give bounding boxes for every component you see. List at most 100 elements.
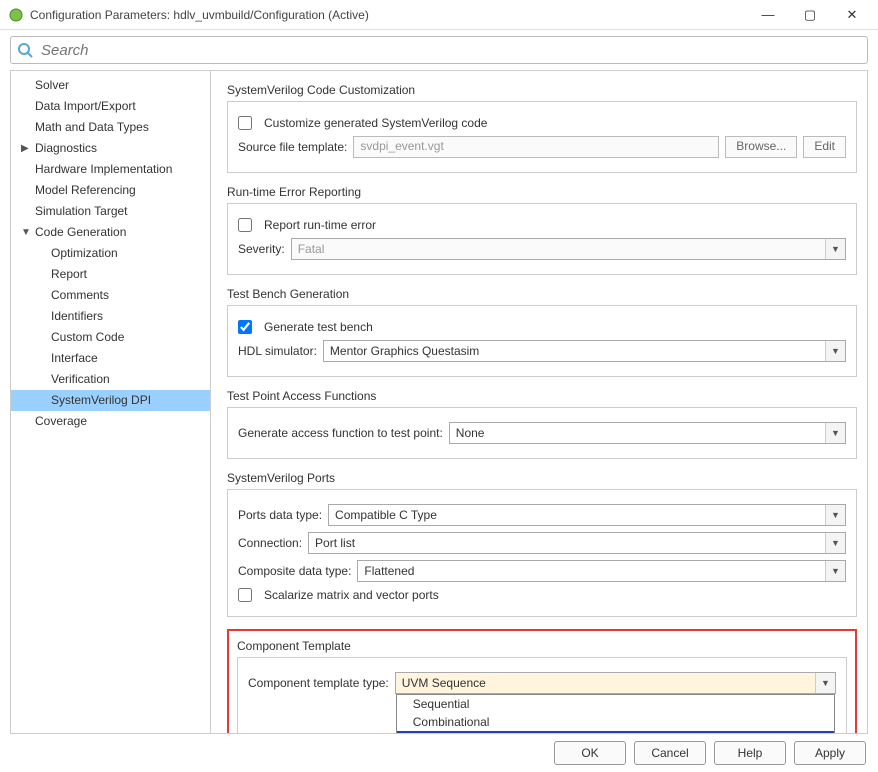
minimize-button[interactable]: — — [756, 7, 780, 23]
chevron-down-icon[interactable]: ▼ — [825, 505, 845, 525]
sidebar-item-label: Custom Code — [51, 330, 124, 344]
sidebar-item-math-and-data-types[interactable]: Math and Data Types — [11, 117, 210, 138]
panel-svcc: Customize generated SystemVerilog code S… — [227, 101, 857, 173]
sidebar-item-solver[interactable]: Solver — [11, 75, 210, 96]
section-testpoint-title: Test Point Access Functions — [227, 389, 857, 403]
chevron-down-icon[interactable]: ▼ — [825, 423, 845, 443]
sidebar-item-label: Optimization — [51, 246, 118, 260]
chevron-down-icon[interactable]: ▼ — [825, 561, 845, 581]
footer: OK Cancel Help Apply — [0, 734, 878, 772]
composite-label: Composite data type: — [238, 564, 351, 578]
component-type-value: UVM Sequence — [402, 676, 486, 690]
sidebar-item-label: Interface — [51, 351, 98, 365]
scalarize-checkbox[interactable] — [238, 588, 252, 602]
sidebar-item-label: Model Referencing — [35, 183, 136, 197]
edit-button[interactable]: Edit — [803, 136, 846, 158]
search-container — [10, 36, 868, 64]
sidebar-item-comments[interactable]: Comments — [11, 285, 210, 306]
severity-value: Fatal — [298, 242, 325, 256]
sidebar-item-interface[interactable]: Interface — [11, 348, 210, 369]
ports-datatype-value: Compatible C Type — [335, 508, 437, 522]
severity-select: Fatal ▼ — [291, 238, 846, 260]
sidebar-item-optimization[interactable]: Optimization — [11, 243, 210, 264]
window-buttons: — ▢ ✕ — [756, 7, 870, 23]
sidebar-item-custom-code[interactable]: Custom Code — [11, 327, 210, 348]
close-button[interactable]: ✕ — [840, 7, 864, 23]
connection-value: Port list — [315, 536, 355, 550]
sidebar-item-coverage[interactable]: Coverage — [11, 411, 210, 432]
severity-label: Severity: — [238, 242, 285, 256]
sidebar-item-hardware-implementation[interactable]: Hardware Implementation — [11, 159, 210, 180]
component-type-option[interactable]: Combinational — [397, 713, 834, 731]
chevron-down-icon: ▼ — [825, 239, 845, 259]
chevron-down-icon[interactable]: ▼ — [825, 533, 845, 553]
sidebar-item-report[interactable]: Report — [11, 264, 210, 285]
component-type-label: Component template type: — [248, 676, 389, 690]
main-panel: SystemVerilog Code Customization Customi… — [211, 71, 867, 733]
component-type-select[interactable]: UVM Sequence ▼ SequentialCombinationalUV… — [395, 672, 836, 694]
connection-select[interactable]: Port list ▼ — [308, 532, 846, 554]
hdl-simulator-value: Mentor Graphics Questasim — [330, 344, 479, 358]
composite-value: Flattened — [364, 564, 414, 578]
cancel-button[interactable]: Cancel — [634, 741, 706, 765]
sidebar-item-systemverilog-dpi[interactable]: SystemVerilog DPI — [11, 390, 210, 411]
customize-sv-checkbox[interactable] — [238, 116, 252, 130]
maximize-button[interactable]: ▢ — [798, 7, 822, 23]
browse-button[interactable]: Browse... — [725, 136, 797, 158]
section-testbench-title: Test Bench Generation — [227, 287, 857, 301]
app-icon — [8, 7, 24, 23]
sidebar-item-label: SystemVerilog DPI — [51, 393, 151, 407]
help-button[interactable]: Help — [714, 741, 786, 765]
window-title: Configuration Parameters: hdlv_uvmbuild/… — [30, 8, 756, 22]
ports-datatype-select[interactable]: Compatible C Type ▼ — [328, 504, 846, 526]
sidebar-item-label: Solver — [35, 78, 69, 92]
sidebar-item-model-referencing[interactable]: Model Referencing — [11, 180, 210, 201]
hdl-simulator-label: HDL simulator: — [238, 344, 317, 358]
composite-select[interactable]: Flattened ▼ — [357, 560, 846, 582]
testpoint-select[interactable]: None ▼ — [449, 422, 846, 444]
sidebar-item-simulation-target[interactable]: Simulation Target — [11, 201, 210, 222]
generate-testbench-checkbox[interactable] — [238, 320, 252, 334]
panel-ports: Ports data type: Compatible C Type ▼ Con… — [227, 489, 857, 617]
ports-datatype-label: Ports data type: — [238, 508, 322, 522]
section-component-title: Component Template — [237, 639, 847, 653]
sidebar-item-label: Simulation Target — [35, 204, 128, 218]
sidebar-item-label: Comments — [51, 288, 109, 302]
chevron-down-icon[interactable]: ▼ — [825, 341, 845, 361]
generate-testbench-label: Generate test bench — [264, 320, 373, 334]
search-input[interactable] — [39, 41, 861, 60]
sidebar-item-label: Hardware Implementation — [35, 162, 172, 176]
panel-testpoint: Generate access function to test point: … — [227, 407, 857, 459]
report-runtime-error-label: Report run-time error — [264, 218, 376, 232]
connection-label: Connection: — [238, 536, 302, 550]
sidebar: Solver Data Import/Export Math and Data Ty… — [11, 71, 211, 733]
source-template-input: svdpi_event.vgt — [353, 136, 719, 158]
scalarize-label: Scalarize matrix and vector ports — [264, 588, 439, 602]
section-svcc-title: SystemVerilog Code Customization — [227, 83, 857, 97]
sidebar-item-diagnostics[interactable]: ▶ Diagnostics — [11, 138, 210, 159]
tree-expand-icon[interactable]: ▼ — [21, 224, 31, 241]
panel-component: Component template type: UVM Sequence ▼ … — [237, 657, 847, 733]
testpoint-value: None — [456, 426, 485, 440]
sidebar-item-verification[interactable]: Verification — [11, 369, 210, 390]
sidebar-item-label: Verification — [51, 372, 110, 386]
sidebar-item-label: Diagnostics — [35, 141, 97, 155]
component-template-highlight: Component Template Component template ty… — [227, 629, 857, 733]
search-icon — [17, 42, 33, 58]
sidebar-item-label: Coverage — [35, 414, 87, 428]
sidebar-item-identifiers[interactable]: Identifiers — [11, 306, 210, 327]
sidebar-item-label: Identifiers — [51, 309, 103, 323]
tree-expand-icon[interactable]: ▶ — [21, 140, 31, 157]
report-runtime-error-checkbox[interactable] — [238, 218, 252, 232]
component-type-option[interactable]: UVM Sequence — [397, 731, 834, 733]
apply-button[interactable]: Apply — [794, 741, 866, 765]
section-ports-title: SystemVerilog Ports — [227, 471, 857, 485]
sidebar-item-code-generation[interactable]: ▼Code Generation — [11, 222, 210, 243]
hdl-simulator-select[interactable]: Mentor Graphics Questasim ▼ — [323, 340, 846, 362]
sidebar-item-label: Data Import/Export — [35, 99, 136, 113]
chevron-down-icon[interactable]: ▼ — [815, 673, 835, 693]
ok-button[interactable]: OK — [554, 741, 626, 765]
component-type-option[interactable]: Sequential — [397, 695, 834, 713]
testpoint-label: Generate access function to test point: — [238, 426, 443, 440]
sidebar-item-data-import-export[interactable]: Data Import/Export — [11, 96, 210, 117]
